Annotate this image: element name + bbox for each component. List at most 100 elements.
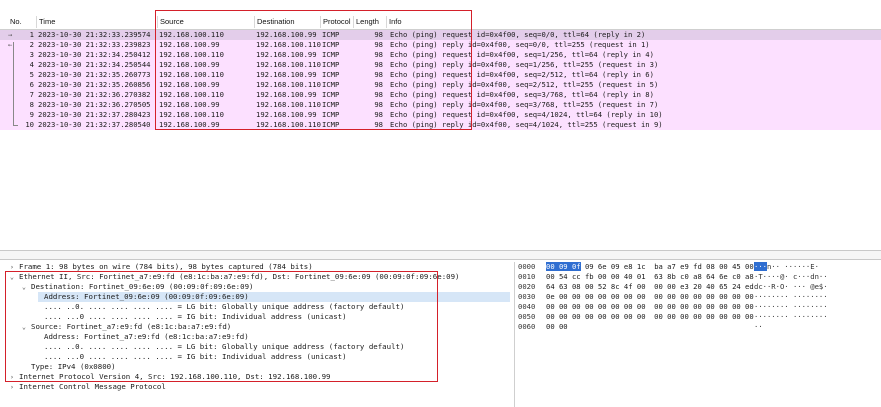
detail-text: Address: Fortinet_09:6e:09 (00:09:0f:09:… bbox=[44, 292, 249, 301]
packet-bytes-pane[interactable]: 0000 00 09 0f 09 6e 09 e8 1c ba a7 e9 fd… bbox=[518, 262, 881, 407]
packet-destination: 192.168.100.99 bbox=[256, 70, 317, 79]
packet-rows: → 1 2023-10-30 21:32:33.239574 192.168.1… bbox=[0, 30, 881, 130]
packet-time: 2023-10-30 21:32:34.250544 bbox=[38, 60, 151, 69]
packet-length: 98 bbox=[374, 120, 383, 129]
packet-row[interactable]: ← 2 2023-10-30 21:32:33.239823 192.168.1… bbox=[0, 40, 881, 50]
detail-row-ig-bit[interactable]: .... ...0 .... .... .... .... = IG bit: … bbox=[44, 312, 347, 322]
packet-source: 192.168.100.110 bbox=[159, 110, 224, 119]
detail-row-lg-bit[interactable]: .... ..0. .... .... .... .... = LG bit: … bbox=[44, 342, 404, 352]
packet-destination: 192.168.100.99 bbox=[256, 30, 317, 39]
bytes-offset: 0050 bbox=[518, 312, 536, 321]
detail-text: Type: IPv4 (0x0800) bbox=[31, 362, 116, 371]
packet-no: 7 bbox=[29, 90, 34, 99]
bytes-offset: 0000 bbox=[518, 262, 536, 271]
packet-source: 192.168.100.110 bbox=[159, 90, 224, 99]
conversation-bracket-icon bbox=[13, 42, 14, 126]
detail-row-source[interactable]: ⌄ Source: Fortinet_a7:e9:fd (e8:1c:ba:a7:… bbox=[22, 322, 231, 332]
bytes-hex-rest: 09 6e 09 e8 1c ba a7 e9 fd 08 00 45 00 bbox=[580, 262, 754, 271]
detail-row-lg-bit[interactable]: .... ..0. .... .... .... .... = LG bit: … bbox=[44, 302, 404, 312]
expand-chevron-icon[interactable]: › bbox=[10, 372, 19, 382]
detail-row-frame[interactable]: › Frame 1: 98 bytes on wire (784 bits), 9… bbox=[10, 262, 313, 272]
bytes-hex: 00 00 00 00 00 00 00 00 00 00 00 00 00 0… bbox=[546, 312, 754, 321]
packet-info: Echo (ping) reply id=0x4f00, seq=4/1024,… bbox=[390, 120, 663, 129]
packet-row[interactable]: 5 2023-10-30 21:32:35.260773 192.168.100… bbox=[0, 70, 881, 80]
packet-protocol: ICMP bbox=[322, 110, 340, 119]
detail-row-type[interactable]: Type: IPv4 (0x0800) bbox=[31, 362, 116, 372]
detail-text: .... ..0. .... .... .... .... = LG bit: … bbox=[44, 302, 405, 311]
detail-row-destination-address[interactable]: Address: Fortinet_09:6e:09 (00:09:0f:09:… bbox=[38, 292, 510, 302]
collapse-chevron-icon[interactable]: ⌄ bbox=[10, 272, 19, 282]
packet-time: 2023-10-30 21:32:36.270505 bbox=[38, 100, 151, 109]
collapse-chevron-icon[interactable]: ⌄ bbox=[22, 322, 31, 332]
packet-source: 192.168.100.99 bbox=[159, 40, 220, 49]
packet-details-pane[interactable]: › Frame 1: 98 bytes on wire (784 bits), 9… bbox=[0, 262, 512, 407]
detail-row-icmp[interactable]: › Internet Control Message Protocol bbox=[10, 382, 166, 392]
column-header-length[interactable]: Length bbox=[353, 16, 379, 28]
packet-no: 2 bbox=[29, 40, 34, 49]
bytes-hex: 00 00 bbox=[546, 322, 568, 331]
packet-info: Echo (ping) request id=0x4f00, seq=0/0, … bbox=[390, 30, 646, 39]
bytes-ascii: ·· bbox=[754, 322, 763, 331]
column-header-source[interactable]: Source bbox=[157, 16, 184, 28]
packet-no: 10 bbox=[25, 120, 34, 129]
packet-info: Echo (ping) request id=0x4f00, seq=3/768… bbox=[390, 90, 654, 99]
column-header-info[interactable]: Info bbox=[386, 16, 402, 28]
packet-time: 2023-10-30 21:32:37.280423 bbox=[38, 110, 151, 119]
bytes-hex: 0e 00 00 00 00 00 00 00 00 00 00 00 00 0… bbox=[546, 292, 754, 301]
detail-row-ethernet[interactable]: ⌄ Ethernet II, Src: Fortinet_a7:e9:fd (e8… bbox=[10, 272, 460, 282]
detail-text: Destination: Fortinet_09:6e:09 (00:09:0f… bbox=[31, 282, 254, 291]
packet-destination: 192.168.100.110 bbox=[256, 100, 321, 109]
bytes-hex: 64 63 08 00 52 8c 4f 00 00 00 e3 20 40 6… bbox=[546, 282, 754, 291]
column-header-protocol[interactable]: Protocol bbox=[320, 16, 351, 28]
expand-chevron-icon[interactable]: › bbox=[10, 382, 19, 392]
bytes-hex-selected: 00 09 0f bbox=[546, 262, 581, 271]
packet-destination: 192.168.100.110 bbox=[256, 80, 321, 89]
detail-text: Address: Fortinet_a7:e9:fd (e8:1c:ba:a7:… bbox=[44, 332, 249, 341]
packet-time: 2023-10-30 21:32:35.260773 bbox=[38, 70, 151, 79]
column-header-time[interactable]: Time bbox=[36, 16, 55, 28]
bytes-ascii: ········ ········ bbox=[754, 292, 828, 301]
collapse-chevron-icon[interactable]: ⌄ bbox=[22, 282, 31, 292]
packet-source: 192.168.100.110 bbox=[159, 30, 224, 39]
packet-time: 2023-10-30 21:32:37.280540 bbox=[38, 120, 151, 129]
packet-row[interactable]: 9 2023-10-30 21:32:37.280423 192.168.100… bbox=[0, 110, 881, 120]
bytes-offset: 0010 bbox=[518, 272, 536, 281]
detail-row-destination[interactable]: ⌄ Destination: Fortinet_09:6e:09 (00:09:0… bbox=[22, 282, 253, 292]
packet-list[interactable]: No. Time Source Destination Protocol Len… bbox=[0, 14, 881, 132]
packet-length: 98 bbox=[374, 80, 383, 89]
packet-source: 192.168.100.99 bbox=[159, 100, 220, 109]
packet-info: Echo (ping) request id=0x4f00, seq=1/256… bbox=[390, 50, 654, 59]
expand-chevron-icon[interactable]: › bbox=[10, 262, 19, 272]
detail-row-ipv4[interactable]: › Internet Protocol Version 4, Src: 192.1… bbox=[10, 372, 330, 382]
bytes-ascii-rest: n·· ······E· bbox=[766, 262, 819, 271]
bytes-hex: 00 09 0f 09 6e 09 e8 1c ba a7 e9 fd 08 0… bbox=[546, 262, 754, 272]
packet-info: Echo (ping) reply id=0x4f00, seq=2/512, … bbox=[390, 80, 659, 89]
detail-text: Internet Control Message Protocol bbox=[19, 382, 166, 391]
column-header-no[interactable]: No. bbox=[8, 16, 22, 28]
bytes-hex: 00 00 00 00 00 00 00 00 00 00 00 00 00 0… bbox=[546, 302, 754, 311]
packet-info: Echo (ping) reply id=0x4f00, seq=0/0, tt… bbox=[390, 40, 650, 49]
detail-row-source-address[interactable]: Address: Fortinet_a7:e9:fd (e8:1c:ba:a7:… bbox=[44, 332, 249, 342]
packet-protocol: ICMP bbox=[322, 80, 340, 89]
packet-protocol: ICMP bbox=[322, 100, 340, 109]
bytes-offset: 0020 bbox=[518, 282, 536, 291]
bytes-offset: 0060 bbox=[518, 322, 536, 331]
packet-no: 4 bbox=[29, 60, 34, 69]
packet-source: 192.168.100.110 bbox=[159, 50, 224, 59]
pane-divider[interactable] bbox=[514, 262, 515, 407]
pane-splitter[interactable] bbox=[0, 250, 881, 260]
packet-row[interactable]: → 1 2023-10-30 21:32:33.239574 192.168.1… bbox=[0, 30, 881, 40]
packet-row[interactable]: 4 2023-10-30 21:32:34.250544 192.168.100… bbox=[0, 60, 881, 70]
packet-row[interactable]: 3 2023-10-30 21:32:34.250412 192.168.100… bbox=[0, 50, 881, 60]
packet-row[interactable]: 10 2023-10-30 21:32:37.280540 192.168.10… bbox=[0, 120, 881, 130]
detail-text: Internet Protocol Version 4, Src: 192.16… bbox=[19, 372, 331, 381]
packet-row[interactable]: 8 2023-10-30 21:32:36.270505 192.168.100… bbox=[0, 100, 881, 110]
conversation-bracket-end-icon bbox=[13, 125, 18, 126]
packet-source: 192.168.100.99 bbox=[159, 80, 220, 89]
packet-protocol: ICMP bbox=[322, 70, 340, 79]
detail-text: Source: Fortinet_a7:e9:fd (e8:1c:ba:a7:e… bbox=[31, 322, 232, 331]
packet-row[interactable]: 6 2023-10-30 21:32:35.260856 192.168.100… bbox=[0, 80, 881, 90]
detail-row-ig-bit[interactable]: .... ...0 .... .... .... .... = IG bit: … bbox=[44, 352, 347, 362]
column-header-destination[interactable]: Destination bbox=[254, 16, 295, 28]
packet-row[interactable]: 7 2023-10-30 21:32:36.270382 192.168.100… bbox=[0, 90, 881, 100]
